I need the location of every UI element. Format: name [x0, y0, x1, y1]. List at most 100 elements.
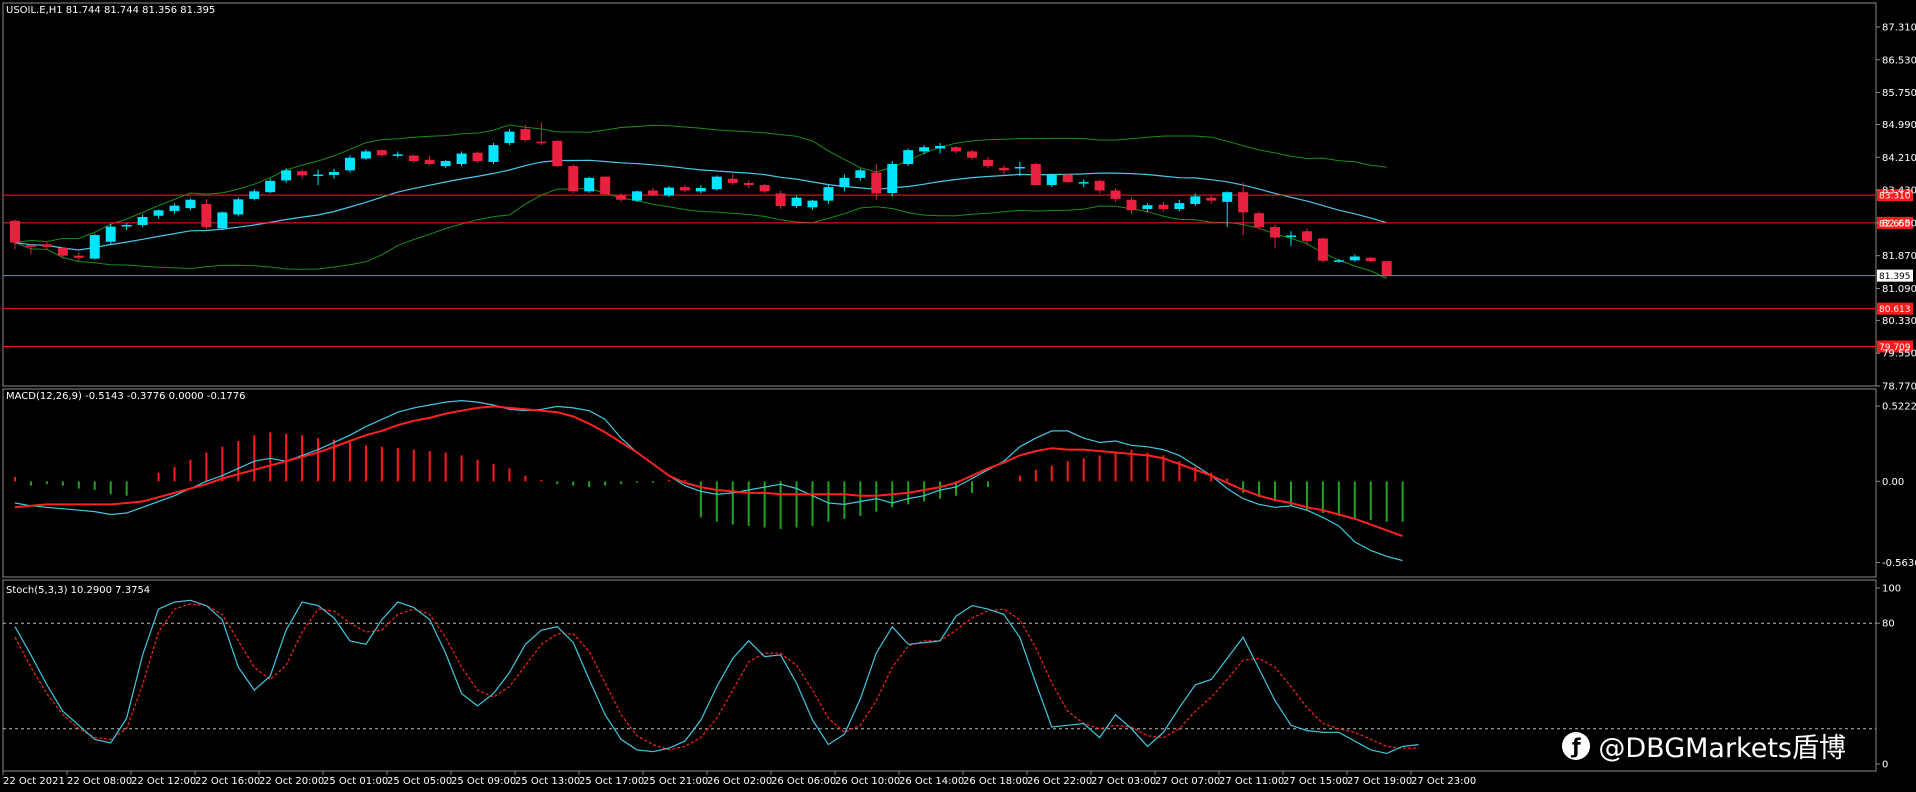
candle-body [520, 129, 531, 141]
price-axis-label: 86.530 [1882, 55, 1916, 66]
candle-body [73, 255, 84, 258]
time-axis-label: 26 Oct 02:00 [707, 776, 772, 787]
candle-body [1365, 257, 1376, 262]
level-tag-label: 80.613 [1879, 305, 1911, 315]
candle-body [217, 212, 228, 229]
stoch-axis-label: 100 [1882, 584, 1901, 595]
time-axis-label: 25 Oct 05:00 [387, 776, 452, 787]
candle-body [759, 185, 770, 192]
candle-body [919, 147, 930, 152]
time-axis-label: 27 Oct 19:00 [1347, 776, 1412, 787]
macd-axis-label: 0.00 [1882, 477, 1904, 488]
time-axis-label: 25 Oct 21:00 [643, 776, 708, 787]
candle-body [89, 235, 100, 259]
dbg-logo-icon: ƒ [1562, 731, 1591, 760]
candle-body [392, 154, 403, 156]
candle-body [297, 171, 308, 176]
candle-body [1270, 227, 1281, 238]
candle-body [169, 205, 180, 212]
time-axis-label: 26 Oct 14:00 [899, 776, 964, 787]
candle-body [504, 131, 515, 143]
stoch-axis-label: 0 [1882, 760, 1888, 771]
candle-body [616, 195, 627, 200]
candle-body [1014, 166, 1025, 169]
time-axis-label: 22 Oct 16:00 [195, 776, 260, 787]
candle-body [153, 210, 164, 216]
watermark: ƒ @DBGMarkets盾博 [1562, 726, 1846, 765]
candle-body [185, 199, 196, 209]
candle-body [360, 151, 371, 159]
candle-body [998, 167, 1009, 171]
price-axis-label: 87.310 [1882, 22, 1916, 33]
candle-body [233, 199, 244, 215]
candle-body [57, 248, 68, 256]
candle-body [41, 244, 52, 247]
candle-body [121, 224, 132, 227]
price-axis-label: 82.650 [1882, 218, 1916, 229]
candle-body [1094, 180, 1105, 191]
time-axis-label: 22 Oct 20:00 [259, 776, 324, 787]
candle-body [1046, 174, 1057, 186]
candle-body [1254, 213, 1265, 228]
candle-body [600, 176, 611, 195]
time-axis-label: 25 Oct 01:00 [323, 776, 388, 787]
candle-body [456, 153, 467, 165]
candle-body [967, 151, 977, 158]
price-axis-label: 84.990 [1882, 120, 1916, 131]
candle-body [903, 150, 914, 165]
time-axis-label: 25 Oct 09:00 [451, 776, 516, 787]
stoch-axis-label: 80 [1882, 619, 1895, 630]
candle-body [568, 166, 579, 192]
candle-body [1222, 192, 1233, 202]
candle-body [951, 147, 962, 152]
candle-body [408, 155, 419, 162]
candle-body [871, 172, 882, 194]
macd-axis-label: 0.5222 [1882, 402, 1916, 413]
candle-body [313, 174, 324, 177]
candle-body [711, 176, 722, 190]
chart-background [0, 0, 1916, 792]
time-axis-label: 27 Oct 07:00 [1155, 776, 1220, 787]
time-axis-label: 25 Oct 13:00 [515, 776, 580, 787]
candle-body [743, 182, 754, 186]
candle-body [105, 226, 116, 242]
candle-body [137, 216, 148, 225]
candle-body [1030, 164, 1041, 186]
candle-body [982, 159, 993, 167]
candle-body [855, 170, 866, 178]
time-axis-label: 22 Oct 08:00 [67, 776, 132, 787]
price-axis-label: 85.750 [1882, 88, 1916, 99]
price-axis-label: 80.330 [1882, 316, 1916, 327]
candle-body [1286, 235, 1296, 237]
candle-body [935, 145, 946, 149]
candle-body [1126, 199, 1137, 211]
candle-body [1062, 174, 1073, 183]
candle-body [472, 152, 483, 162]
time-axis-label: 27 Oct 03:00 [1091, 776, 1156, 787]
candle-body [249, 191, 260, 199]
price-panel-title: USOIL.E,H1 81.744 81.744 81.356 81.395 [6, 5, 215, 16]
candle-body [807, 200, 818, 208]
candle-body [1349, 256, 1360, 261]
macd-panel-title: MACD(12,26,9) -0.5143 -0.3776 0.0000 -0.… [6, 391, 245, 402]
candle-body [329, 172, 339, 175]
time-axis-label: 25 Oct 17:00 [579, 776, 644, 787]
time-axis-label: 27 Oct 11:00 [1219, 776, 1284, 787]
time-axis-label: 26 Oct 22:00 [1027, 776, 1092, 787]
price-axis-label: 83.430 [1882, 186, 1916, 197]
time-axis-label: 27 Oct 23:00 [1411, 776, 1476, 787]
candle-body [10, 220, 20, 243]
candle-body [440, 161, 451, 167]
candle-body [887, 164, 898, 194]
trading-chart: 83.31082.65080.61379.70981.395 87.31086.… [0, 0, 1916, 792]
time-axis-label: 27 Oct 15:00 [1283, 776, 1348, 787]
candle-body [344, 157, 355, 171]
price-axis-label: 79.550 [1882, 349, 1916, 360]
candle-body [648, 190, 658, 196]
candle-body [1333, 260, 1344, 262]
time-axis-label: 26 Oct 06:00 [771, 776, 836, 787]
macd-axis-label: -0.5636 [1882, 558, 1916, 569]
candle-body [376, 150, 387, 156]
candle-body [552, 140, 563, 167]
price-axis-label: 84.210 [1882, 153, 1916, 164]
